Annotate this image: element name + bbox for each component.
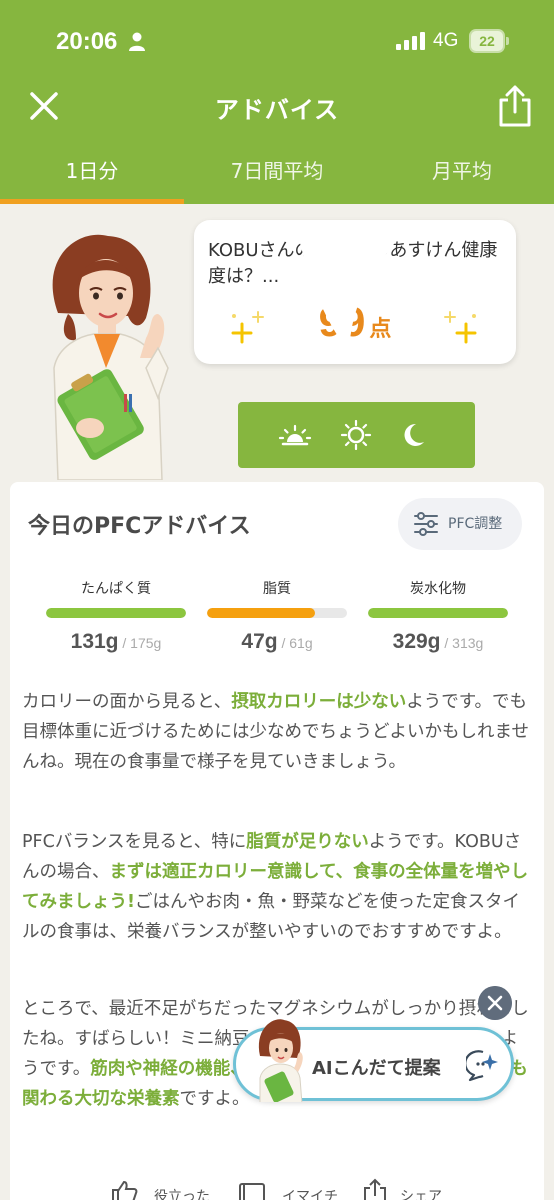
macro-protein: たんぱく質 131g / 175g bbox=[46, 578, 186, 654]
macro-target: / 313g bbox=[440, 635, 484, 651]
tab-7day-average[interactable]: 7日間平均 bbox=[185, 148, 369, 204]
meh-icon[interactable] bbox=[238, 1182, 266, 1200]
macro-name: 炭水化物 bbox=[410, 581, 466, 597]
macro-amount: 47g bbox=[241, 630, 278, 653]
macro-progress-fill bbox=[46, 608, 186, 618]
pfc-adjust-label: PFC調整 bbox=[448, 516, 503, 532]
share-icon[interactable] bbox=[362, 1178, 388, 1200]
share-icon[interactable] bbox=[496, 84, 534, 128]
network-type: 4G bbox=[433, 30, 459, 51]
chat-sparkle-icon bbox=[466, 1050, 498, 1082]
page-title: アドバイス bbox=[214, 96, 340, 124]
macro-progress-fill bbox=[207, 608, 315, 618]
thumbs-up-icon[interactable] bbox=[110, 1180, 138, 1200]
tab-monthly-average[interactable]: 月平均 bbox=[370, 148, 554, 204]
macro-value: 329g / 313g bbox=[368, 630, 508, 654]
macro-progress-bar bbox=[46, 608, 186, 618]
sun-icon[interactable] bbox=[339, 420, 373, 450]
macro-value: 47g / 61g bbox=[207, 630, 347, 654]
macro-carbs: 炭水化物 329g / 313g bbox=[368, 578, 508, 654]
moon-icon[interactable] bbox=[396, 420, 430, 450]
macro-amount: 131g bbox=[70, 630, 119, 653]
bubble-tail bbox=[294, 220, 416, 353]
share-label[interactable]: シェア bbox=[400, 1186, 442, 1200]
advice-pfc-balance: PFCバランスを見ると、特に脂質が足りないようです。KOBUさんの場合、まずは適… bbox=[22, 832, 529, 942]
nav-bar: アドバイス bbox=[0, 82, 554, 132]
macro-name: たんぱく質 bbox=[81, 581, 151, 597]
sunrise-icon[interactable] bbox=[278, 420, 312, 450]
status-bar: 20:06 4G 22 bbox=[0, 0, 554, 82]
ai-menu-suggestion-button[interactable]: AIこんだて提案 bbox=[233, 1019, 514, 1102]
status-time: 20:06 bbox=[56, 28, 118, 55]
macro-progress-bar bbox=[207, 608, 347, 618]
close-ai-suggestion-icon[interactable] bbox=[478, 986, 512, 1020]
helpful-label[interactable]: 役立った bbox=[154, 1186, 210, 1200]
feedback-bar: 役立った イマイチ シェア bbox=[100, 1178, 460, 1200]
pfc-adjust-button[interactable]: PFC調整 bbox=[398, 498, 522, 550]
person-icon bbox=[129, 32, 145, 51]
time-of-day-selector bbox=[238, 402, 475, 468]
macro-value: 131g / 175g bbox=[46, 630, 186, 654]
battery-level: 22 bbox=[471, 31, 503, 51]
battery-icon: 22 bbox=[469, 29, 509, 53]
macro-progress-fill bbox=[368, 608, 508, 618]
macro-amount: 329g bbox=[392, 630, 441, 653]
card-title: 今日のPFCアドバイス bbox=[28, 514, 251, 539]
macro-fat: 脂質 47g / 61g bbox=[207, 578, 347, 654]
tab-bar: 1日分 7日間平均 月平均 bbox=[0, 148, 554, 204]
tab-1day[interactable]: 1日分 bbox=[0, 148, 184, 204]
signal-icon bbox=[396, 32, 425, 50]
macro-progress-bar bbox=[368, 608, 508, 618]
macro-target: / 175g bbox=[118, 635, 162, 651]
meh-label[interactable]: イマイチ bbox=[282, 1186, 338, 1200]
advice-calorie: カロリーの面から見ると、摂取カロリーは少ないようです。でも目標体重に近づけるため… bbox=[22, 692, 529, 772]
sliders-icon bbox=[414, 512, 438, 536]
macro-target: / 61g bbox=[277, 635, 313, 651]
macro-name: 脂質 bbox=[263, 581, 291, 597]
advisor-illustration bbox=[52, 234, 169, 480]
advisor-mini-avatar bbox=[258, 1019, 303, 1102]
ai-menu-suggestion-label: AIこんだて提案 bbox=[312, 1058, 441, 1079]
